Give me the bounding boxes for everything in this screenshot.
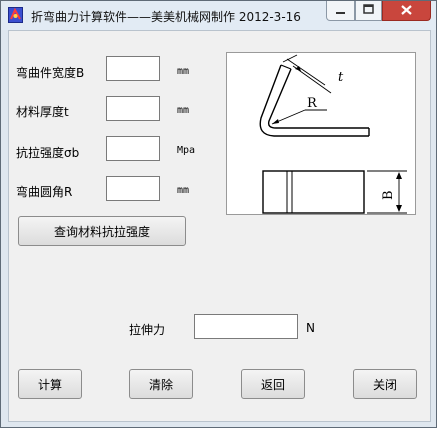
window-title: 折弯曲力计算软件——美美机械网制作 2012-3-16	[31, 10, 301, 24]
back-button[interactable]: 返回	[241, 369, 305, 399]
app-icon	[8, 7, 23, 23]
minimize-icon	[336, 12, 345, 14]
bend-diagram-drawing: t R B	[259, 54, 407, 214]
thickness-t-input[interactable]	[106, 96, 160, 121]
minimize-button[interactable]	[326, 1, 355, 21]
close-icon	[401, 5, 412, 15]
close-window-button[interactable]	[382, 1, 431, 21]
title-bar[interactable]: 折弯曲力计算软件——美美机械网制作 2012-3-16	[1, 1, 436, 30]
tensile-force-output[interactable]	[194, 314, 298, 339]
clear-button[interactable]: 清除	[129, 369, 193, 399]
unit-tensile-strength: Mpa	[177, 145, 196, 156]
close-button[interactable]: 关闭	[353, 369, 417, 399]
label-width-b: 弯曲件宽度B	[16, 66, 85, 80]
maximize-icon	[363, 4, 374, 14]
unit-width-b: mm	[177, 66, 190, 77]
app-window: 折弯曲力计算软件——美美机械网制作 2012-3-16 弯曲件宽度B mm 材料…	[0, 0, 437, 428]
query-tensile-strength-button[interactable]: 查询材料抗拉强度	[18, 216, 186, 246]
width-b-input[interactable]	[106, 56, 160, 81]
label-thickness-t: 材料厚度t	[16, 105, 69, 119]
tensile-strength-input[interactable]	[106, 136, 160, 161]
label-tensile-force: 拉伸力	[129, 323, 166, 337]
diagram-label-t: t	[338, 70, 344, 85]
maximize-button[interactable]	[355, 1, 382, 21]
label-bend-radius-r: 弯曲圆角R	[16, 185, 73, 199]
diagram-label-r: R	[307, 96, 318, 111]
calculate-button[interactable]: 计算	[18, 369, 82, 399]
unit-bend-radius-r: mm	[177, 185, 190, 196]
bend-diagram: t R B	[226, 52, 416, 215]
label-tensile-strength: 抗拉强度σb	[16, 146, 80, 160]
unit-tensile-force: N	[306, 321, 315, 335]
diagram-label-b: B	[381, 190, 396, 200]
unit-thickness-t: mm	[177, 105, 190, 116]
bend-radius-r-input[interactable]	[106, 176, 160, 201]
